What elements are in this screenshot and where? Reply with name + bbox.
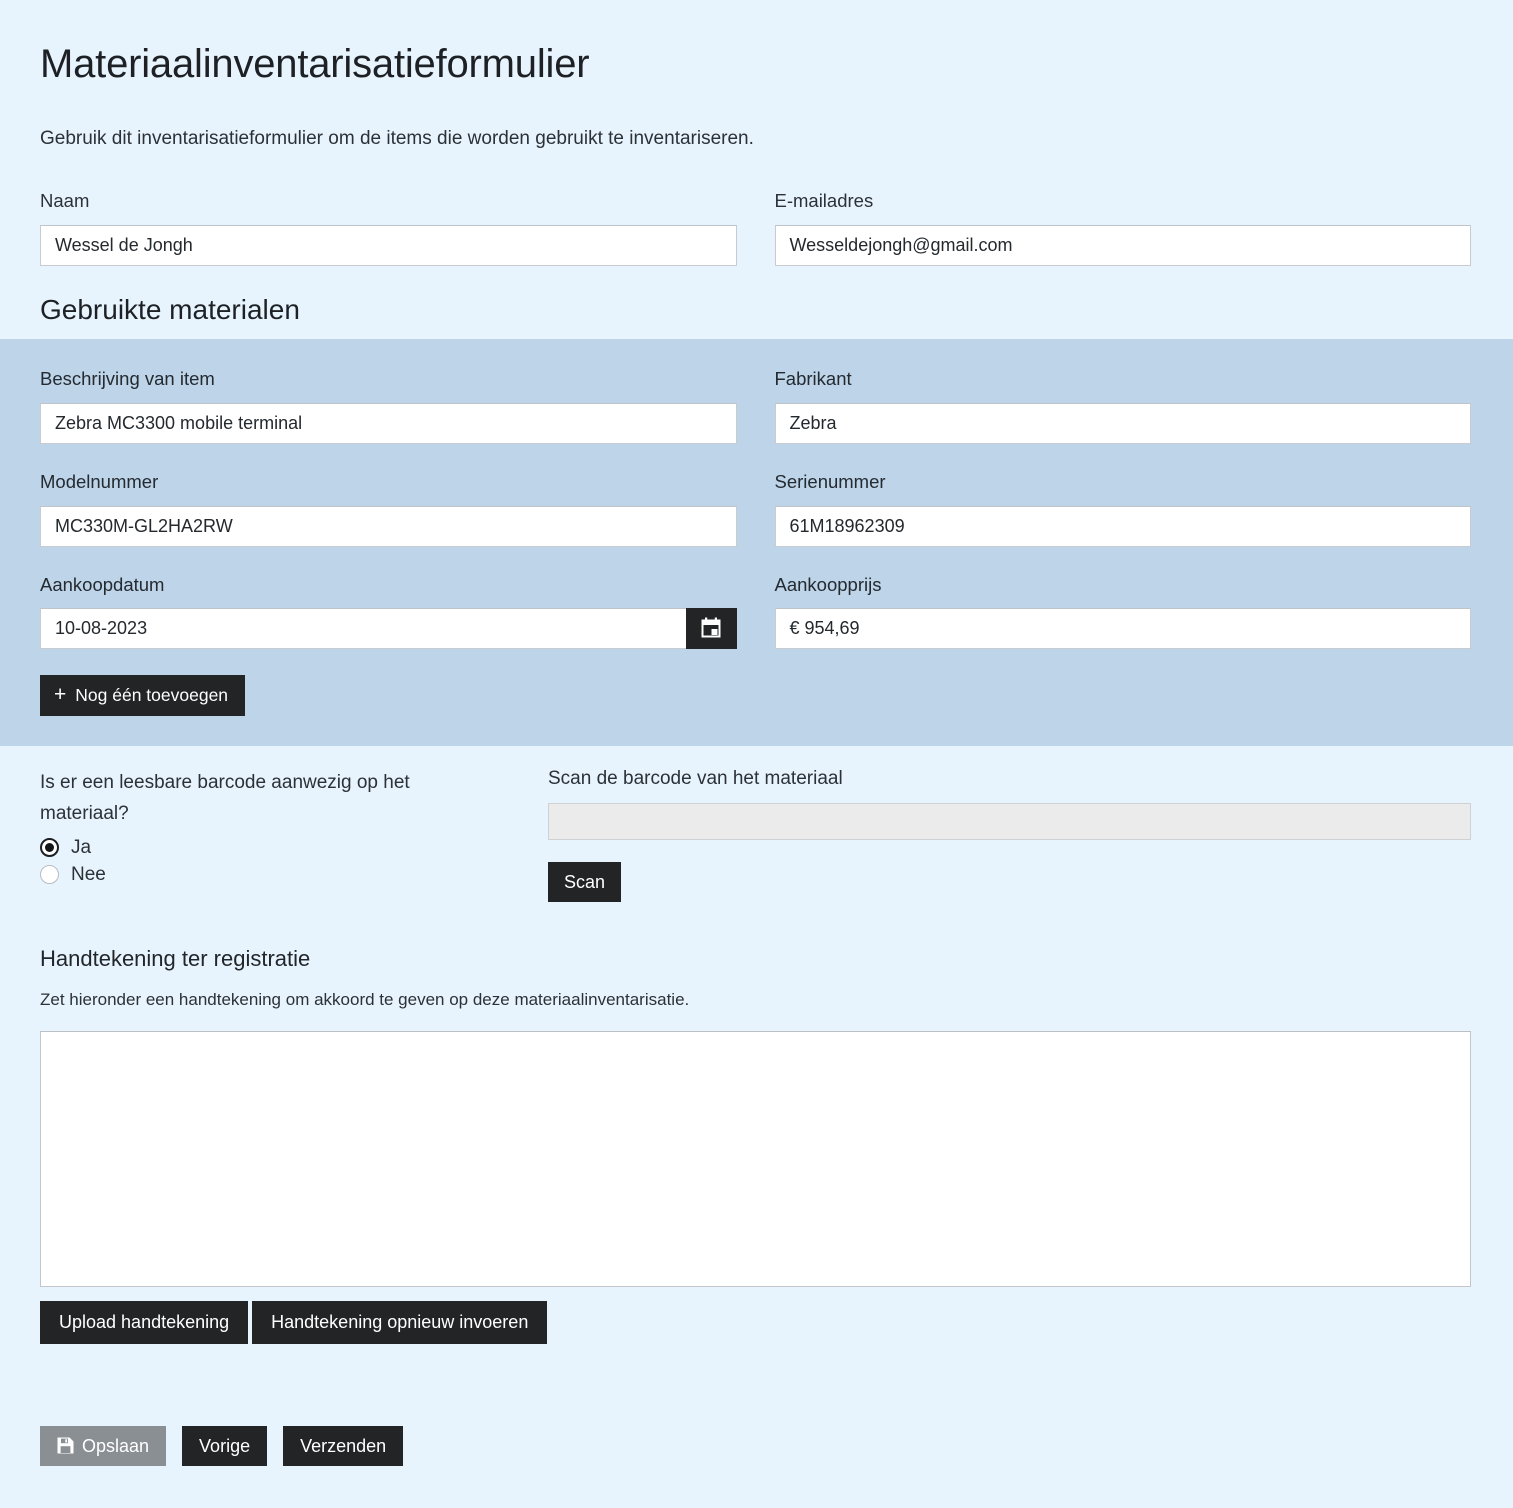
- purchase-price-label: Aankoopprijs: [774, 573, 882, 595]
- upload-signature-button[interactable]: Upload handtekening: [40, 1300, 249, 1344]
- inventory-form-page: Materiaalinventarisatieformulier Gebruik…: [0, 0, 1513, 1508]
- purchase-price-field-group: Aankoopprijs € 954,69: [774, 573, 1471, 650]
- material-row-3: Aankoopdatum 10-08-2023 Aankoopprijs € 9…: [40, 573, 1471, 650]
- purchase-date-input[interactable]: 10-08-2023: [40, 608, 686, 650]
- barcode-question-group: Is er een leesbare barcode aanwezig op h…: [40, 768, 500, 902]
- manufacturer-input[interactable]: Zebra: [774, 402, 1471, 444]
- barcode-scan-label: Scan de barcode van het materiaal: [548, 768, 843, 790]
- materials-section-title: Gebruikte materialen: [40, 293, 300, 325]
- barcode-scan-group: Scan de barcode van het materiaal Scan: [548, 768, 1471, 903]
- purchase-date-field-group: Aankoopdatum 10-08-2023: [40, 573, 737, 650]
- materials-heading-wrap: Gebruikte materialen: [0, 266, 1513, 339]
- barcode-section: Is er een leesbare barcode aanwezig op h…: [0, 746, 1513, 903]
- manufacturer-label: Fabrikant: [774, 367, 852, 389]
- email-field-group: E-mailadres Wesseldejongh@gmail.com: [774, 189, 1471, 266]
- radio-yes-icon[interactable]: [40, 838, 59, 857]
- barcode-question-label: Is er een leesbare barcode aanwezig op h…: [40, 772, 410, 825]
- email-label: E-mailadres: [774, 189, 874, 211]
- form-intro-text: Gebruik dit inventarisatieformulier om d…: [40, 128, 754, 149]
- scan-button[interactable]: Scan: [548, 862, 622, 903]
- page-title: Materiaalinventarisatieformulier: [40, 42, 590, 86]
- redo-signature-button[interactable]: Handtekening opnieuw invoeren: [252, 1300, 548, 1344]
- model-input[interactable]: MC330M-GL2HA2RW: [40, 505, 737, 547]
- material-row-2: Modelnummer MC330M-GL2HA2RW Serienummer …: [40, 470, 1471, 547]
- add-another-item-label: Nog één toevoegen: [75, 685, 229, 706]
- form-header: Materiaalinventarisatieformulier Gebruik…: [0, 0, 1513, 153]
- contact-section: Naam Wessel de Jongh E-mailadres Wesseld…: [0, 153, 1513, 266]
- signature-section: Handtekening ter registratie Zet hierond…: [0, 902, 1513, 1344]
- name-field-group: Naam Wessel de Jongh: [40, 189, 737, 266]
- description-field-group: Beschrijving van item Zebra MC3300 mobil…: [40, 367, 737, 444]
- name-label: Naam: [40, 189, 90, 211]
- plus-icon: +: [54, 683, 67, 707]
- save-button-label: Opslaan: [82, 1435, 150, 1456]
- radio-option-no[interactable]: Nee: [40, 865, 500, 884]
- signature-subtext: Zet hieronder een handtekening om akkoor…: [40, 989, 690, 1009]
- material-item-panel: Beschrijving van item Zebra MC3300 mobil…: [0, 338, 1513, 747]
- description-label: Beschrijving van item: [40, 367, 215, 389]
- model-label: Modelnummer: [40, 470, 159, 492]
- material-row-1: Beschrijving van item Zebra MC3300 mobil…: [40, 367, 1471, 444]
- name-input[interactable]: Wessel de Jongh: [40, 224, 737, 266]
- signature-canvas[interactable]: [40, 1030, 1471, 1287]
- barcode-scan-input[interactable]: [548, 803, 1471, 841]
- serial-label: Serienummer: [774, 470, 886, 492]
- calendar-picker-button[interactable]: [685, 608, 737, 650]
- serial-input[interactable]: 61M18962309: [774, 505, 1471, 547]
- purchase-date-label: Aankoopdatum: [40, 573, 165, 595]
- previous-button[interactable]: Vorige: [182, 1425, 268, 1466]
- save-button[interactable]: Opslaan: [40, 1425, 167, 1466]
- form-footer-buttons: Opslaan Vorige Verzenden: [0, 1344, 1513, 1496]
- signature-buttons: Upload handtekening Handtekening opnieuw…: [40, 1300, 1471, 1344]
- submit-button[interactable]: Verzenden: [283, 1425, 404, 1466]
- radio-option-yes[interactable]: Ja: [40, 838, 500, 857]
- radio-no-icon[interactable]: [40, 865, 59, 884]
- description-input[interactable]: Zebra MC3300 mobile terminal: [40, 402, 737, 444]
- radio-yes-label: Ja: [71, 837, 92, 858]
- manufacturer-field-group: Fabrikant Zebra: [774, 367, 1471, 444]
- add-another-item-button[interactable]: + Nog één toevoegen: [40, 675, 246, 717]
- email-input[interactable]: Wesseldejongh@gmail.com: [774, 224, 1471, 266]
- serial-field-group: Serienummer 61M18962309: [774, 470, 1471, 547]
- save-floppy-icon: [57, 1437, 74, 1454]
- model-field-group: Modelnummer MC330M-GL2HA2RW: [40, 470, 737, 547]
- radio-no-label: Nee: [71, 864, 106, 885]
- signature-heading: Handtekening ter registratie: [40, 946, 311, 972]
- calendar-icon: [701, 617, 721, 641]
- purchase-price-input[interactable]: € 954,69: [774, 608, 1471, 650]
